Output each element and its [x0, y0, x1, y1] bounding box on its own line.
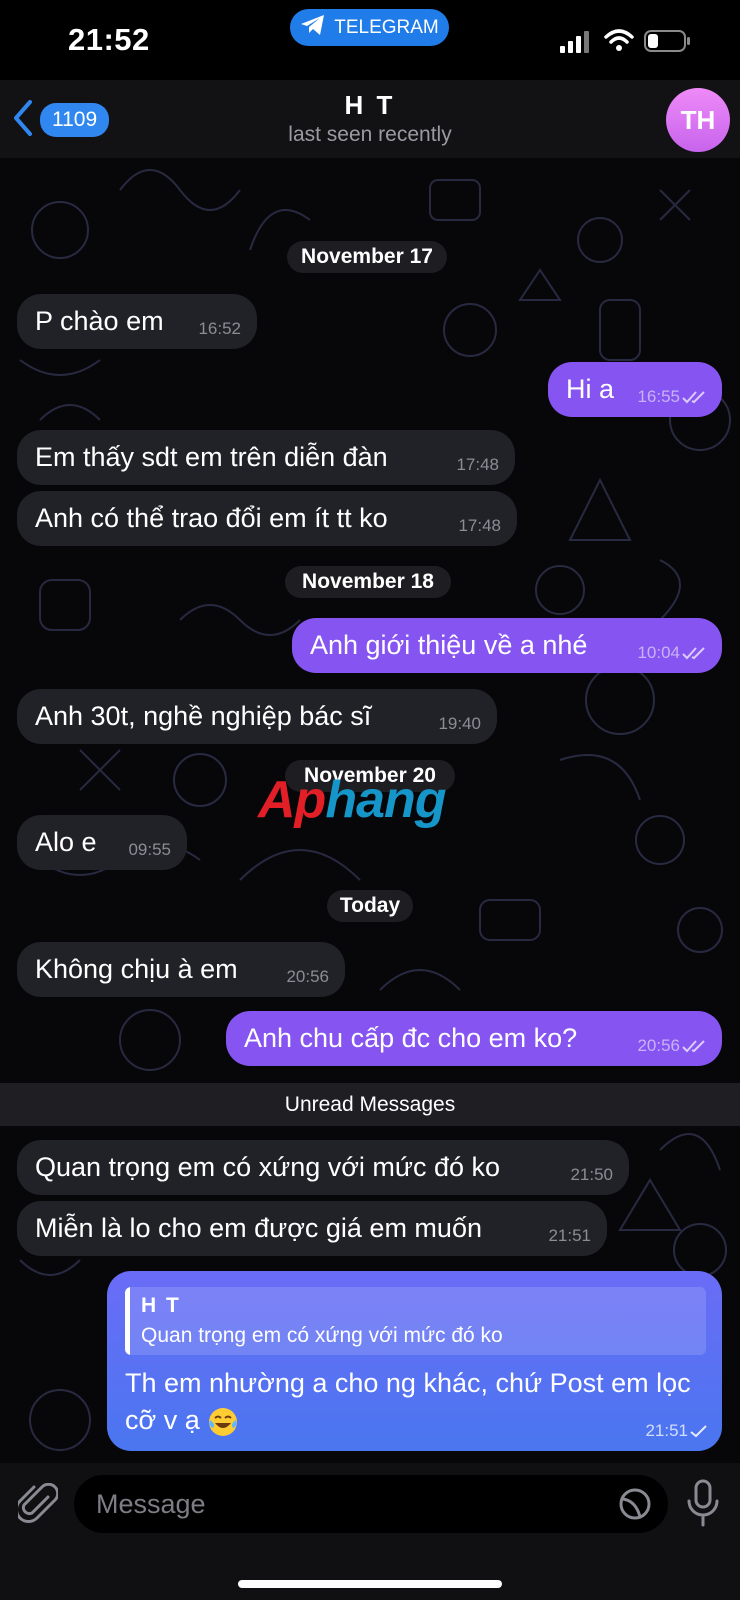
watermark-logo: Aphang	[258, 771, 447, 829]
microphone-icon[interactable]	[686, 1479, 720, 1527]
double-check-icon	[682, 391, 705, 404]
date-chip: November 17	[287, 241, 447, 273]
message-time: 10:04	[637, 643, 680, 662]
message-bubble-outgoing-reply[interactable]: H T Quan trọng em có xứng với mức đó ko …	[107, 1271, 722, 1451]
message-input[interactable]	[74, 1475, 668, 1533]
laughing-tears-emoji-icon	[209, 1407, 238, 1436]
app-pill-label: TELEGRAM	[334, 16, 439, 38]
message-time: 21:51	[645, 1421, 688, 1440]
status-time: 21:52	[68, 22, 150, 57]
message-text: Alo e	[35, 827, 97, 857]
message-text: Anh chu cấp đc cho em ko?	[244, 1023, 578, 1053]
cell-signal-icon	[560, 31, 589, 53]
message-bubble-incoming[interactable]: Miễn là lo cho em được giá em muốn 21:51	[17, 1201, 607, 1256]
sticker-icon[interactable]	[618, 1487, 652, 1521]
double-check-icon	[682, 647, 705, 660]
message-text: Hi a	[566, 374, 615, 404]
message-text: P chào em	[35, 306, 164, 336]
quoted-message[interactable]: H T Quan trọng em có xứng với mức đó ko	[125, 1287, 706, 1355]
message-text: Miễn là lo cho em được giá em muốn	[35, 1213, 482, 1243]
message-time: 16:52	[198, 319, 241, 338]
message-text: Quan trọng em có xứng với mức đó ko	[35, 1152, 501, 1182]
wifi-icon	[604, 29, 634, 51]
date-chip: Today	[327, 890, 413, 922]
telegram-return-pill[interactable]: TELEGRAM	[290, 9, 449, 46]
battery-icon	[644, 30, 690, 52]
quote-author: H T	[141, 1294, 181, 1317]
message-time: 09:55	[128, 840, 171, 859]
message-text: Th em nhường a cho ng khác, chứ Post em …	[125, 1365, 710, 1439]
unread-messages-divider: Unread Messages	[0, 1083, 740, 1126]
message-time: 17:48	[458, 516, 501, 535]
message-bubble-incoming[interactable]: P chào em 16:52	[17, 294, 257, 349]
paperclip-icon[interactable]	[18, 1483, 58, 1527]
quote-text: Quan trọng em có xứng với mức đó ko	[141, 1324, 503, 1347]
message-bubble-incoming[interactable]: Alo e 09:55	[17, 815, 187, 870]
message-time: 19:40	[438, 714, 481, 733]
message-text: Anh có thể trao đổi em ít tt ko	[35, 503, 388, 533]
contact-name[interactable]: H T	[0, 90, 740, 121]
message-time: 17:48	[456, 455, 499, 474]
home-indicator	[238, 1580, 502, 1588]
message-time: 20:56	[637, 1036, 680, 1055]
message-bubble-incoming[interactable]: Anh có thể trao đổi em ít tt ko 17:48	[17, 491, 517, 546]
telegram-logo-icon	[300, 14, 326, 42]
message-bubble-incoming[interactable]: Quan trọng em có xứng với mức đó ko 21:5…	[17, 1140, 629, 1195]
message-bubble-outgoing[interactable]: Anh giới thiệu về a nhé 10:04	[292, 618, 722, 673]
message-bubble-outgoing[interactable]: Anh chu cấp đc cho em ko? 20:56	[226, 1011, 722, 1066]
contact-status: last seen recently	[288, 123, 452, 146]
message-time: 16:55	[637, 387, 680, 406]
message-text: Không chịu à em	[35, 954, 238, 984]
message-bubble-outgoing[interactable]: Hi a 16:55	[548, 362, 722, 417]
message-text: Anh 30t, nghề nghiệp bác sĩ	[35, 701, 372, 731]
message-time: 21:51	[548, 1226, 591, 1245]
message-text: Em thấy sdt em trên diễn đàn	[35, 442, 388, 472]
message-text: Anh giới thiệu về a nhé	[310, 630, 588, 660]
chat-header: 1109 H T last seen recently TH	[0, 80, 740, 158]
message-bubble-incoming[interactable]: Anh 30t, nghề nghiệp bác sĩ 19:40	[17, 689, 497, 744]
quote-accent-bar	[125, 1287, 130, 1355]
message-time: 21:50	[570, 1165, 613, 1184]
single-check-icon	[690, 1425, 707, 1438]
double-check-icon	[682, 1040, 705, 1053]
date-chip: November 18	[285, 566, 451, 598]
message-bubble-incoming[interactable]: Em thấy sdt em trên diễn đàn 17:48	[17, 430, 515, 485]
message-time: 20:56	[286, 967, 329, 986]
status-bar: 21:52 TELEGRAM	[0, 0, 740, 80]
message-bubble-incoming[interactable]: Không chịu à em 20:56	[17, 942, 345, 997]
avatar[interactable]: TH	[666, 88, 730, 152]
